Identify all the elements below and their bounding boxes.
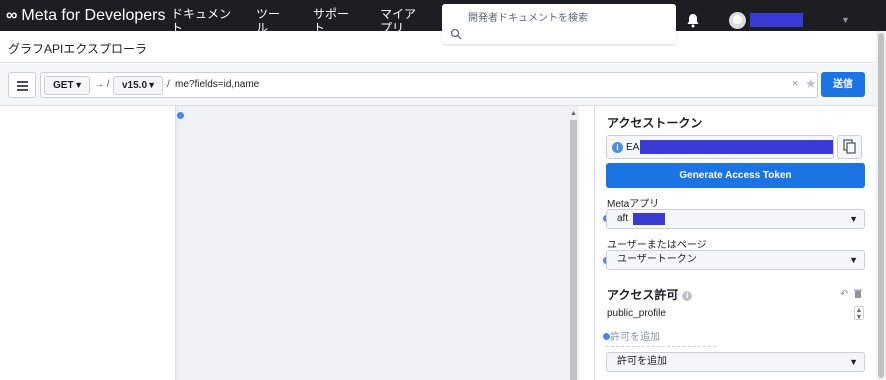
meta-logo-icon: ∞ [6, 7, 18, 24]
trash-icon[interactable] [854, 289, 862, 298]
generate-token-button[interactable]: Generate Access Token [606, 163, 865, 188]
search-input[interactable]: 開発者ドキュメントを検索 [468, 9, 588, 24]
app-value: aft [617, 213, 629, 224]
hamburger-icon[interactable] [8, 72, 36, 98]
copy-icon[interactable] [837, 135, 862, 159]
method-select[interactable]: GET ▼ [44, 76, 90, 95]
query-path-input[interactable]: me?fields=id,name [175, 79, 259, 90]
username-redacted[interactable] [750, 13, 803, 27]
settings-panel: アクセストークン i EA Generate Access Token Meta… [596, 106, 876, 380]
response-scrollbar[interactable]: ▲ [567, 106, 579, 380]
page-scrollbar[interactable] [876, 31, 886, 380]
add-permission-value: 許可を追加 [617, 356, 667, 367]
app-label: Metaアプリ [607, 199, 660, 210]
nav-support[interactable]: サポート [313, 7, 357, 31]
token-prefix: EA [626, 142, 640, 153]
search-icon [450, 28, 462, 40]
access-token-title: アクセストークン [607, 116, 703, 130]
access-token-field[interactable]: i EA [606, 135, 834, 159]
path-slash: / [167, 79, 170, 90]
chevron-down-icon[interactable]: ▼ [841, 15, 850, 25]
app-name-redacted [633, 213, 665, 225]
path-separator: → / [94, 79, 110, 90]
method-value: GET [53, 80, 74, 91]
nav-tools[interactable]: ツール [256, 7, 286, 31]
token-redacted [640, 140, 833, 154]
drag-handle[interactable] [177, 112, 184, 119]
user-or-page-select[interactable]: ユーザートークン ▼ [606, 250, 865, 270]
undo-icon[interactable]: ↶ [840, 289, 848, 300]
logo-text: Meta for Developers [21, 7, 166, 24]
chevron-down-icon: ▼ [147, 80, 156, 90]
permission-item: public_profile [607, 308, 666, 319]
bell-icon[interactable] [686, 13, 700, 28]
permissions-title: アクセス許可 i [607, 286, 693, 303]
app-select[interactable]: aft ▼ [606, 209, 865, 229]
page-title: グラフAPIエクスプローラ [8, 42, 147, 56]
chevron-down-icon: ▼ [849, 214, 858, 224]
chevron-down-icon: ▼ [74, 80, 83, 90]
add-permission-select[interactable]: 許可を追加 ▼ [606, 352, 865, 372]
version-value: v15.0 [122, 80, 148, 91]
info-icon[interactable]: i [612, 142, 623, 153]
version-select[interactable]: v15.0 ▼ [113, 76, 163, 95]
permission-stepper[interactable]: ▲ ▼ [854, 306, 864, 321]
nav-docs[interactable]: ドキュメント [171, 7, 231, 31]
user-or-page-label: ユーザーまたはページ [607, 240, 707, 251]
chevron-down-icon: ▼ [849, 357, 858, 367]
avatar[interactable] [729, 12, 746, 29]
panel-divider [579, 106, 595, 380]
meta-logo[interactable]: ∞ Meta for Developers [6, 7, 165, 25]
response-panel [177, 106, 567, 380]
query-box: GET ▼ → / v15.0 ▼ / me?fields=id,name × … [40, 72, 818, 98]
submit-button[interactable]: 送信 [821, 72, 865, 97]
star-icon[interactable]: ★ [805, 76, 817, 92]
scroll-up-icon[interactable]: ▲ [570, 110, 577, 117]
add-permission-input[interactable]: 許可を追加 [606, 330, 716, 347]
clear-icon[interactable]: × [792, 78, 798, 90]
nav-my-apps[interactable]: マイアプリ [380, 7, 424, 31]
chevron-down-icon: ▼ [849, 255, 858, 265]
help-icon[interactable]: i [682, 291, 693, 301]
field-tree-panel [0, 106, 176, 380]
user-or-page-value: ユーザートークン [617, 254, 697, 265]
request-bar: GET ▼ → / v15.0 ▼ / me?fields=id,name × … [0, 64, 876, 106]
search-box[interactable]: 開発者ドキュメントを検索 [442, 4, 676, 44]
page-header: グラフAPIエクスプローラ [0, 31, 876, 63]
